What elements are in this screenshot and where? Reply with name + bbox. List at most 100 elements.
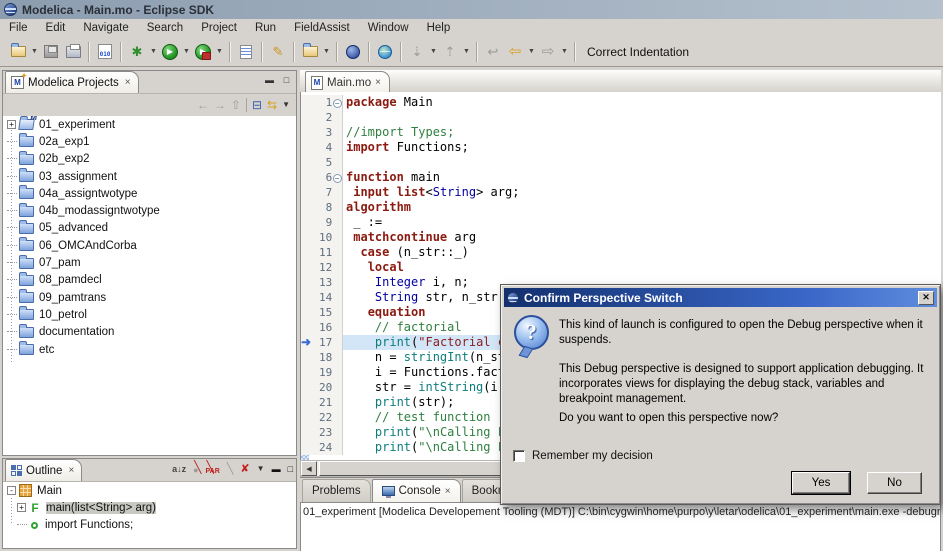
- line-gutter[interactable]: 24: [301, 440, 343, 455]
- project-item[interactable]: 04b_modassigntwotype: [3, 202, 296, 219]
- forward-dropdown[interactable]: ▼: [560, 42, 569, 62]
- line-gutter[interactable]: 14: [301, 290, 343, 305]
- projects-view-menu-icon[interactable]: ▼: [282, 101, 290, 109]
- console-view-icon[interactable]: [236, 42, 256, 62]
- line-gutter[interactable]: 18: [301, 350, 343, 365]
- run-dropdown[interactable]: ▼: [182, 42, 191, 62]
- menu-project[interactable]: Project: [192, 20, 246, 36]
- project-item[interactable]: 10_petrol: [3, 306, 296, 323]
- code-line[interactable]: 11 case (n_str::_): [301, 245, 941, 260]
- code-line[interactable]: 8algorithm: [301, 200, 941, 215]
- outline-maximize-icon[interactable]: □: [288, 464, 293, 474]
- menu-navigate[interactable]: Navigate: [74, 20, 137, 36]
- outline-view-menu-icon[interactable]: ▼: [257, 465, 265, 473]
- project-item[interactable]: 06_OMCAndCorba: [3, 237, 296, 254]
- print-icon[interactable]: [63, 42, 83, 62]
- tab-problems[interactable]: Problems: [302, 479, 371, 502]
- project-item[interactable]: +01_experiment: [3, 116, 296, 133]
- new-wizard-dropdown[interactable]: ▼: [30, 42, 39, 62]
- code-line[interactable]: 5: [301, 155, 941, 170]
- outline-close-icon[interactable]: ×: [68, 465, 74, 476]
- project-item[interactable]: documentation: [3, 324, 296, 341]
- run-external-icon[interactable]: ▶: [193, 42, 213, 62]
- checkbox-box[interactable]: [513, 450, 525, 462]
- menu-run[interactable]: Run: [246, 20, 285, 36]
- line-gutter[interactable]: 15: [301, 305, 343, 320]
- line-gutter[interactable]: 20: [301, 380, 343, 395]
- scrollbar-thumb[interactable]: [319, 461, 529, 476]
- code-line[interactable]: 3//import Types;: [301, 125, 941, 140]
- outline-item[interactable]: +Fmain(list<String> arg): [3, 499, 296, 516]
- dialog-titlebar[interactable]: Confirm Perspective Switch ✕: [504, 288, 937, 307]
- yes-button[interactable]: Yes: [792, 472, 850, 494]
- project-item[interactable]: 04a_assigntwotype: [3, 185, 296, 202]
- projects-minimize-icon[interactable]: ▬: [263, 74, 276, 86]
- project-item[interactable]: 07_pam: [3, 254, 296, 271]
- line-gutter[interactable]: 7: [301, 185, 343, 200]
- outline-tab[interactable]: Outline ×: [5, 459, 82, 481]
- projects-maximize-icon[interactable]: □: [280, 74, 293, 86]
- debug-dropdown[interactable]: ▼: [149, 42, 158, 62]
- open-folder-dropdown[interactable]: ▼: [322, 42, 331, 62]
- collapse-all-icon[interactable]: ⊟: [252, 99, 262, 111]
- back-icon[interactable]: ⇦: [505, 42, 525, 62]
- project-item[interactable]: 03_assignment: [3, 168, 296, 185]
- fold-collapse-icon[interactable]: −: [333, 174, 342, 183]
- projects-forward-icon[interactable]: →: [214, 99, 226, 111]
- editor-tab-main-mo[interactable]: M Main.mo ×: [305, 71, 390, 93]
- outline-item[interactable]: -Main: [3, 482, 296, 499]
- project-item[interactable]: 02a_exp1: [3, 133, 296, 150]
- remember-decision-checkbox[interactable]: Remember my decision: [513, 450, 653, 462]
- hide-imports-icon[interactable]: ✘: [240, 464, 249, 475]
- paintbrush-icon[interactable]: ✎: [268, 42, 288, 62]
- last-edit-location-icon[interactable]: ↩: [483, 42, 503, 62]
- project-item[interactable]: 05_advanced: [3, 220, 296, 237]
- code-line[interactable]: 1−package Main: [301, 95, 941, 110]
- code-line[interactable]: 6−function main: [301, 170, 941, 185]
- line-gutter[interactable]: 10: [301, 230, 343, 245]
- code-line[interactable]: 9 _ :=: [301, 215, 941, 230]
- prev-annotation-icon[interactable]: ⇡: [440, 42, 460, 62]
- projects-close-icon[interactable]: ×: [125, 77, 131, 88]
- menu-file[interactable]: File: [0, 20, 37, 36]
- line-gutter[interactable]: 5: [301, 155, 343, 170]
- line-gutter[interactable]: 3: [301, 125, 343, 140]
- project-item[interactable]: 02b_exp2: [3, 151, 296, 168]
- menu-fieldassist[interactable]: FieldAssist: [285, 20, 359, 36]
- run-icon[interactable]: ▶: [160, 42, 180, 62]
- line-gutter[interactable]: 19: [301, 365, 343, 380]
- prev-annotation-dropdown[interactable]: ▼: [462, 42, 471, 62]
- line-gutter[interactable]: 23: [301, 425, 343, 440]
- menu-edit[interactable]: Edit: [37, 20, 75, 36]
- line-gutter[interactable]: 11: [301, 245, 343, 260]
- menu-help[interactable]: Help: [418, 20, 460, 36]
- line-gutter[interactable]: 4: [301, 140, 343, 155]
- outline-minimize-icon[interactable]: ▬: [272, 464, 281, 474]
- line-gutter[interactable]: 12: [301, 260, 343, 275]
- forward-icon[interactable]: ⇨: [538, 42, 558, 62]
- fold-collapse-icon[interactable]: −: [333, 99, 342, 108]
- tree-expander-icon[interactable]: +: [17, 503, 26, 512]
- line-gutter[interactable]: 9: [301, 215, 343, 230]
- sort-alpha-icon[interactable]: a↓z: [172, 464, 186, 474]
- tree-expander-icon[interactable]: +: [7, 120, 16, 129]
- menu-window[interactable]: Window: [359, 20, 418, 36]
- code-line[interactable]: 10 matchcontinue arg: [301, 230, 941, 245]
- tab-console[interactable]: Console×: [372, 479, 461, 502]
- code-line[interactable]: 12 local: [301, 260, 941, 275]
- tab-close-icon[interactable]: ×: [445, 486, 451, 497]
- project-item[interactable]: 08_pamdecl: [3, 272, 296, 289]
- tree-expander-icon[interactable]: -: [7, 486, 16, 495]
- line-gutter[interactable]: 2: [301, 110, 343, 125]
- hide-parameters-icon[interactable]: PAR: [206, 463, 220, 475]
- hide-local-icon[interactable]: ╲: [227, 464, 234, 475]
- omc-sphere-icon[interactable]: [343, 42, 363, 62]
- next-annotation-icon[interactable]: ⇣: [407, 42, 427, 62]
- console-content[interactable]: 01_experiment [Modelica Developement Too…: [300, 502, 941, 551]
- correct-indentation-button[interactable]: Correct Indentation: [581, 45, 695, 59]
- link-with-editor-icon[interactable]: ⇆: [267, 99, 277, 111]
- back-dropdown[interactable]: ▼: [527, 42, 536, 62]
- projects-back-icon[interactable]: ←: [197, 99, 209, 111]
- line-gutter[interactable]: 21: [301, 395, 343, 410]
- code-line[interactable]: 2: [301, 110, 941, 125]
